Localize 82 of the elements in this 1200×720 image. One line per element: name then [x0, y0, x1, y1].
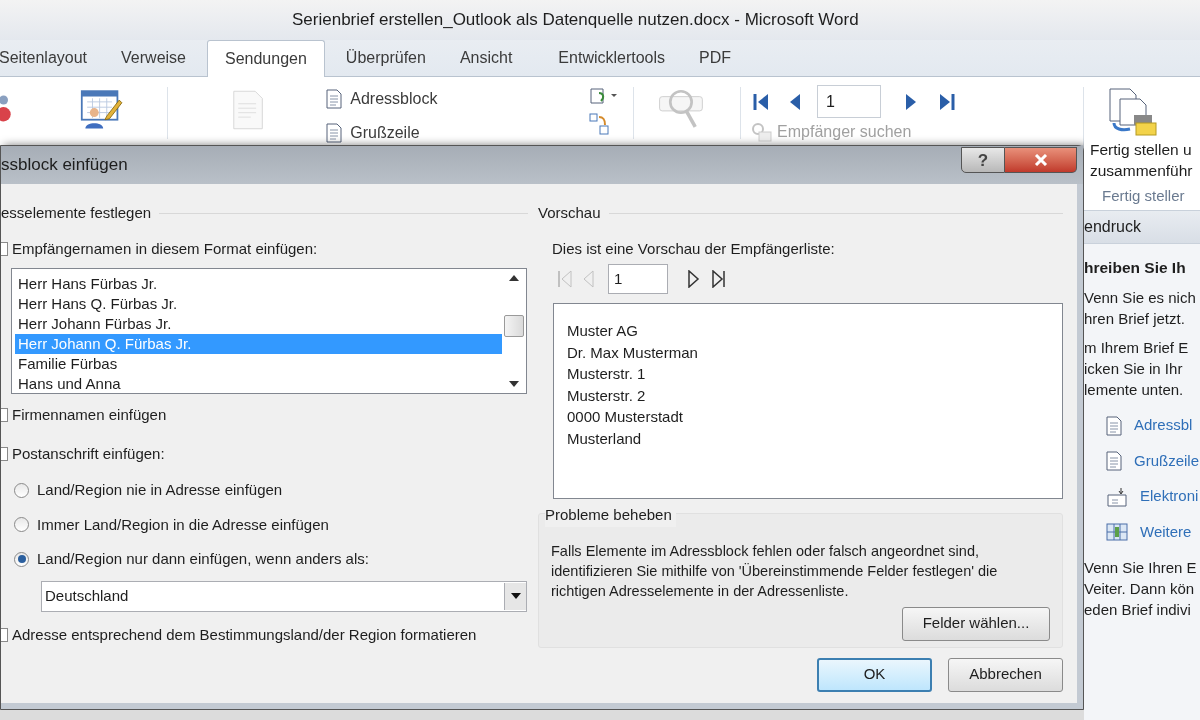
address-line: Musterland — [567, 428, 642, 449]
pane-text: Venn Sie es nich hren Brief jetzt. — [1084, 288, 1197, 330]
scroll-up-icon[interactable] — [509, 275, 519, 281]
ribbon-tab[interactable]: Überprüfen — [328, 40, 443, 76]
first-record-icon[interactable] — [753, 92, 770, 111]
group-label: Fertig steller — [1102, 186, 1185, 206]
address-line: 0000 Musterstadt — [567, 407, 683, 427]
document-icon — [1106, 415, 1122, 436]
last-record-icon[interactable] — [939, 92, 956, 111]
checkbox[interactable] — [1, 627, 8, 642]
dropdown-value: Deutschland — [44, 585, 130, 606]
radio-button[interactable] — [14, 551, 29, 567]
radio-button[interactable] — [14, 517, 29, 533]
section-title: esselemente festlegen — [1, 203, 152, 223]
pane-header: endruck — [1084, 210, 1200, 244]
list-item[interactable]: Herr Johann Fürbas Jr. — [15, 314, 502, 334]
merge-documents-icon[interactable] — [1106, 87, 1158, 137]
list-item[interactable]: Herr Hans Q. Fürbas Jr. — [15, 294, 502, 314]
pane-link[interactable]: Elektroni — [1106, 485, 1200, 508]
radio-button[interactable] — [14, 482, 29, 498]
window-title: Serienbrief erstellen_Outlook als Datenquelle nutzen.docx - Microsoft Word — [292, 9, 859, 32]
document-icon — [1106, 451, 1122, 471]
pane-heading: hreiben Sie Ih — [1084, 258, 1187, 278]
pane-text: m Ihrem Brief E icken Sie in Ihr lemente unten. — [1084, 338, 1190, 401]
country-dropdown[interactable]: Deutschland — [41, 580, 527, 612]
next-record-icon[interactable] — [688, 270, 700, 288]
list-item[interactable]: Herr Hans Fürbas Jr. — [15, 274, 502, 294]
help-button[interactable]: ? — [961, 147, 1005, 173]
finish-merge-label: Fertig stellen u — [1090, 140, 1193, 160]
grid-icon — [1106, 522, 1128, 542]
search-icon — [749, 122, 774, 142]
table-arrow-icon[interactable] — [589, 113, 610, 135]
list-item[interactable]: Hans und Anna — [15, 374, 502, 394]
scroll-down-icon[interactable] — [509, 381, 519, 387]
ok-button[interactable]: OK — [817, 657, 932, 692]
address-line: Musterstr. 2 — [567, 385, 646, 406]
help-text: Falls Elemente im Adressblock fehlen oder falsch angeordnet sind, identifizieren Sie mithilfe von 'Übereinstimmende Felder festlegen' die richtigen Adresselemente in der Adressenliste. — [551, 541, 999, 601]
cancel-button[interactable]: Abbrechen — [948, 657, 1063, 692]
record-field[interactable]: 1 — [608, 264, 668, 294]
radio-label[interactable]: Land/Region nie in Adresse einfügen — [37, 479, 283, 502]
radio-label[interactable]: Land/Region nur dann einfügen, wenn anders als: — [37, 548, 369, 571]
checkbox[interactable] — [1, 408, 8, 423]
ribbon-button[interactable]: Grußzeile — [326, 121, 438, 145]
dropdown-caret-icon — [510, 593, 521, 599]
close-icon — [1033, 154, 1048, 166]
ribbon-tab[interactable]: PDF — [682, 40, 749, 76]
address-line: Muster AG — [567, 321, 638, 341]
checkbox[interactable] — [1, 446, 8, 461]
envelope-icon — [1106, 486, 1128, 507]
field-insert-icon[interactable] — [589, 87, 620, 105]
ribbon-button[interactable]: Adressblock — [326, 87, 438, 111]
record-field[interactable]: 1 — [817, 85, 882, 118]
checkbox-label[interactable]: Firmennamen einfügen — [12, 404, 167, 427]
pane-link[interactable]: Adressbl — [1106, 414, 1200, 437]
address-line: Dr. Max Musterman — [567, 342, 698, 363]
ribbon-tab[interactable]: Sendungen — [207, 40, 325, 77]
scroll-thumb[interactable] — [504, 315, 524, 337]
choose-fields-button[interactable]: Felder wählen... — [902, 606, 1050, 641]
ribbon-tab[interactable]: Ansicht — [442, 40, 530, 76]
previous-record-icon[interactable] — [789, 92, 802, 111]
document-icon — [326, 89, 343, 109]
ribbon-tab[interactable]: Seitenlayout — [0, 40, 105, 76]
ribbon-tab[interactable]: Entwicklertools — [541, 40, 683, 76]
pane-link[interactable]: Weitere — [1106, 520, 1200, 544]
close-button[interactable] — [1005, 147, 1077, 173]
ribbon-tab[interactable]: Verweise — [104, 40, 203, 76]
checkbox-label[interactable]: Adresse entsprechend dem Bestimmungsland/der Region formatieren — [12, 623, 477, 646]
checkbox-label[interactable]: Empfängernamen in diesem Format einfügen: — [12, 237, 318, 260]
next-record-icon[interactable] — [905, 92, 918, 111]
dialog-title: ssblock einfügen — [1, 154, 128, 177]
pane-link[interactable]: Grußzeile — [1106, 449, 1200, 473]
address-line: Musterstr. 1 — [567, 364, 646, 384]
finish-merge-label: zusammenführ — [1090, 161, 1193, 181]
checkbox[interactable] — [1, 241, 8, 256]
list-item[interactable]: Familie Fürbas — [15, 354, 502, 374]
checkbox-label[interactable]: Postanschrift einfügen: — [12, 442, 165, 465]
last-record-icon[interactable] — [712, 270, 726, 288]
section-title: Vorschau — [538, 203, 601, 223]
calendar-person-icon[interactable] — [80, 87, 124, 131]
radio-label[interactable]: Immer Land/Region in die Adresse einfügen — [37, 513, 329, 536]
preview-caption: Dies ist eine Vorschau der Empfängerliste: — [552, 238, 836, 259]
pane-text: Venn Sie Ihren E Veiter. Dann kön eden Brief indivi — [1084, 558, 1198, 621]
